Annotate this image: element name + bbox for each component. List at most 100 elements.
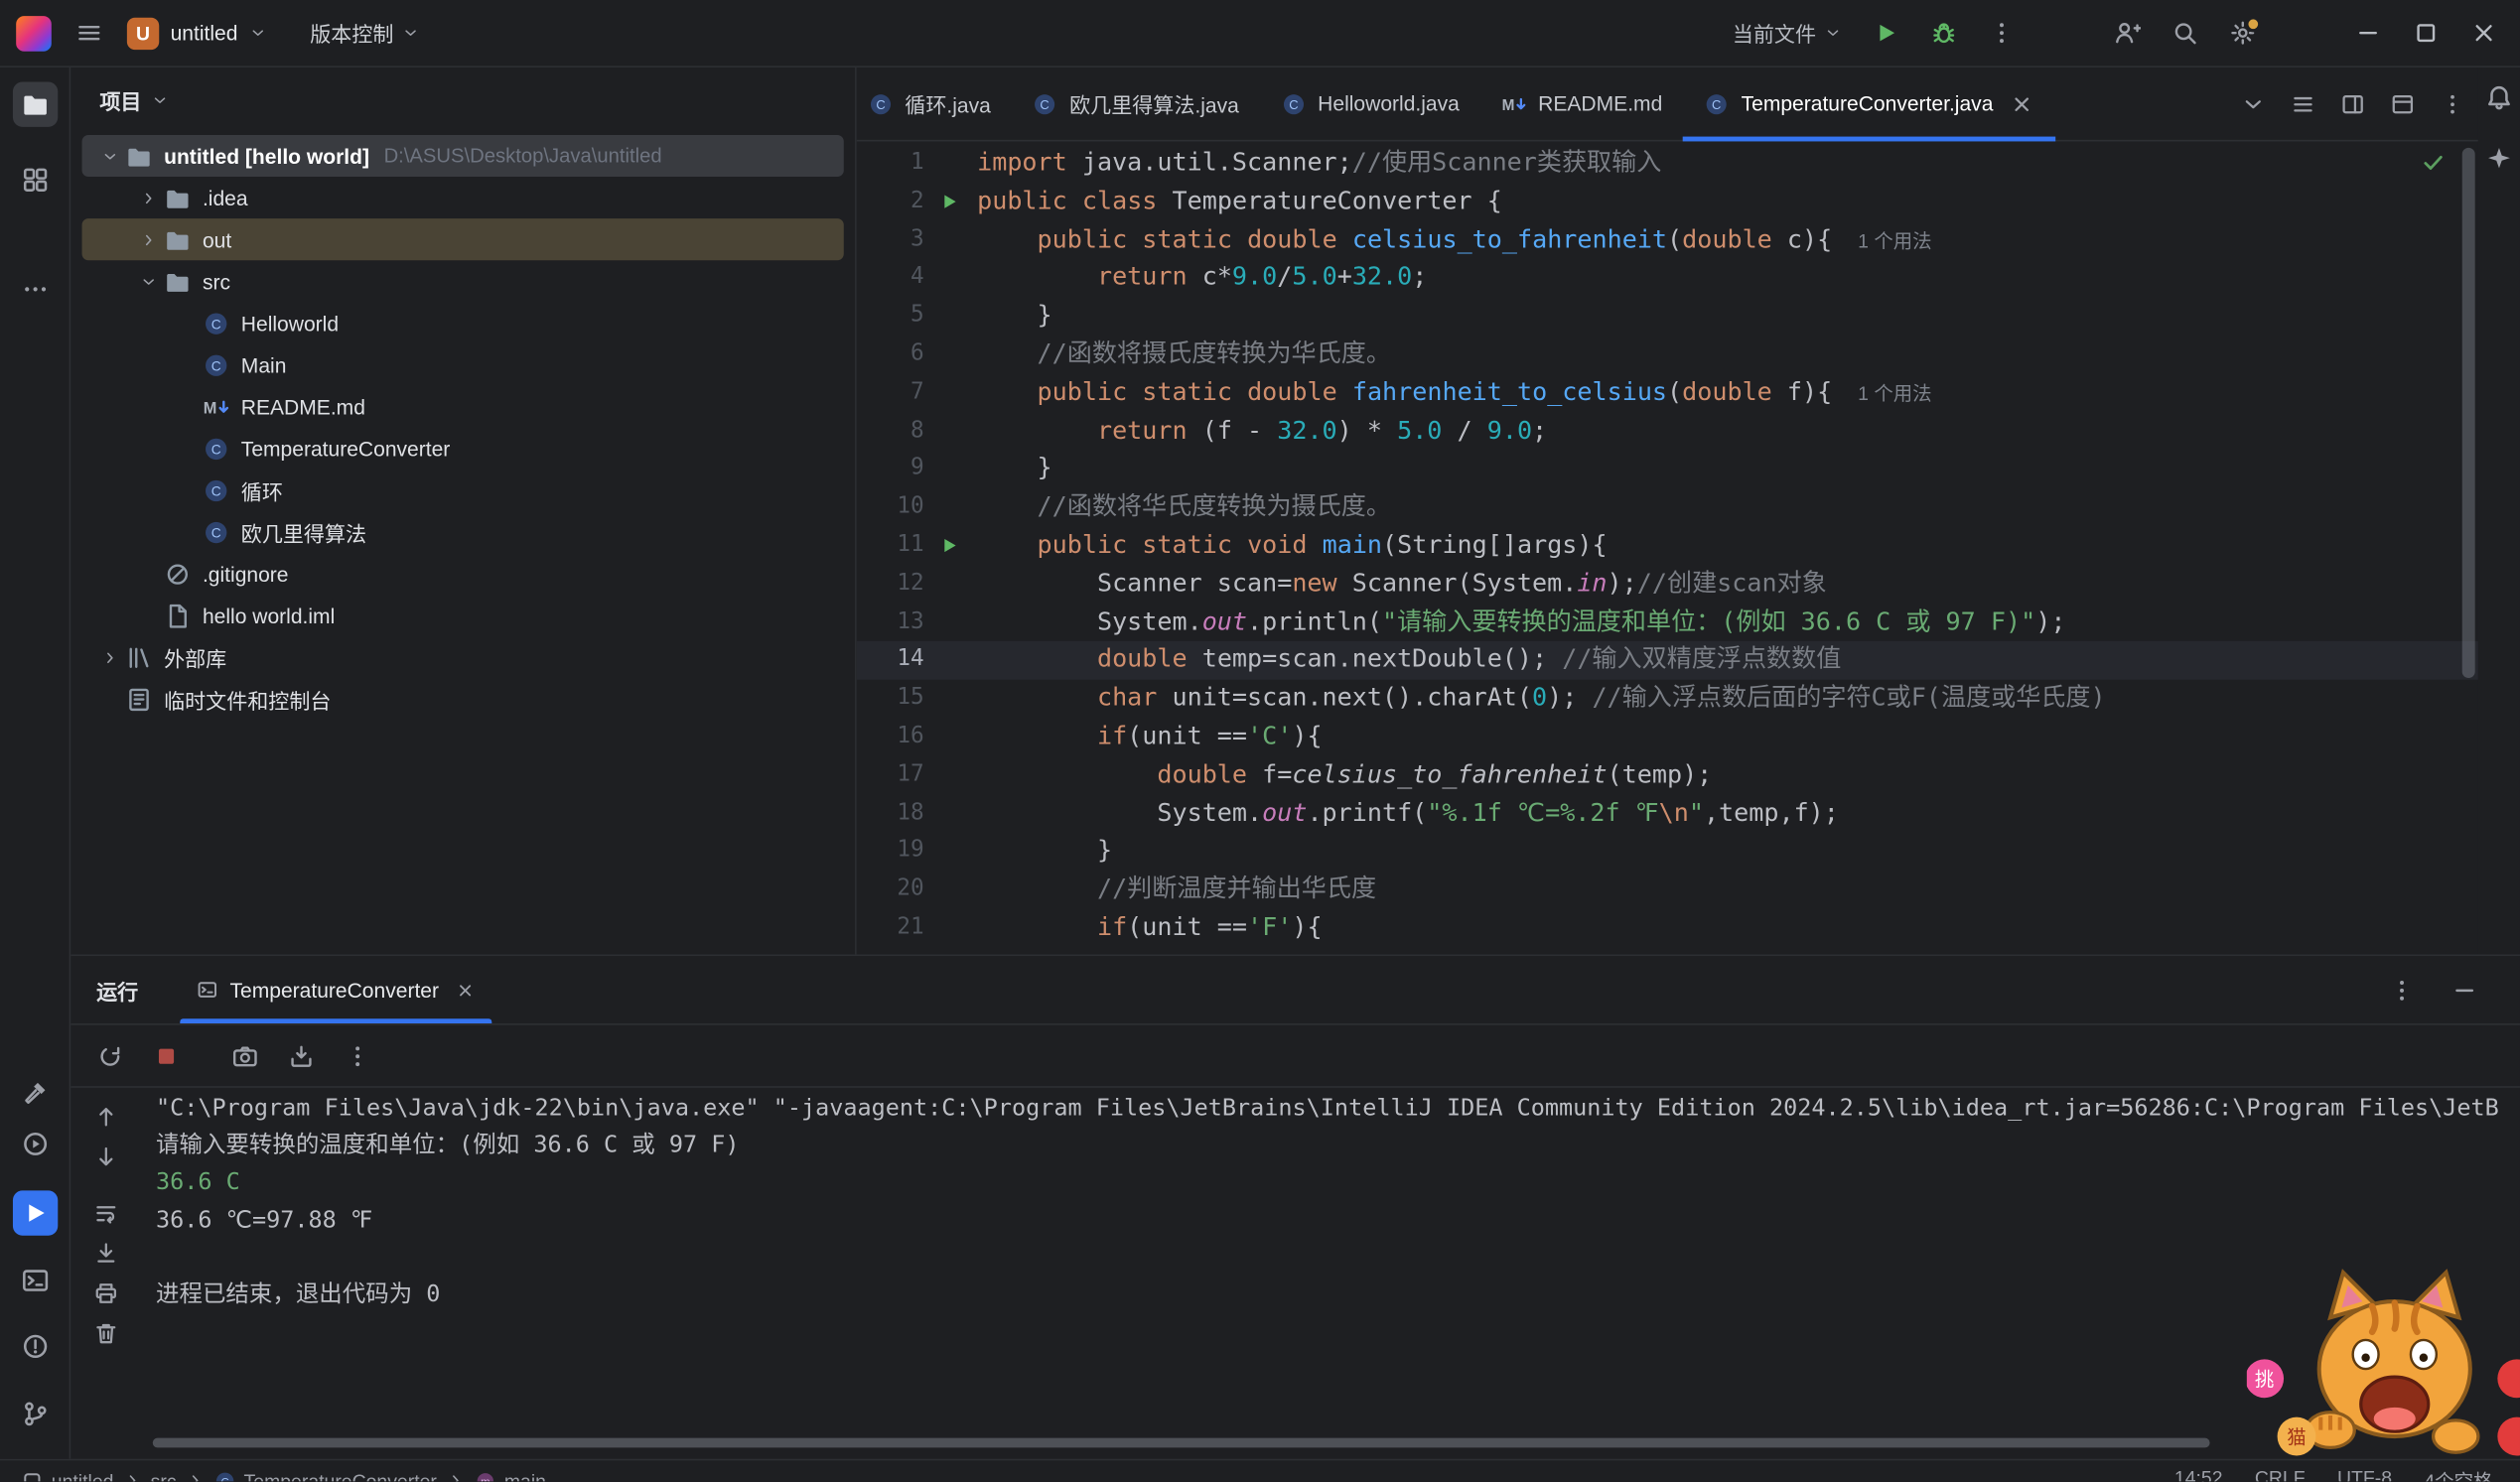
code-line[interactable]: 5 } [857,298,2478,337]
tree-item[interactable]: C循环 [82,470,844,511]
run-console[interactable]: "C:\Program Files\Java\jdk-22\bin\java.e… [156,1091,2514,1433]
soft-wrap-icon[interactable] [93,1200,119,1226]
editor-layout-icon[interactable] [2390,90,2416,116]
code-line[interactable]: 8 return (f - 32.0) * 5.0 / 9.0; [857,412,2478,451]
build-tool-button[interactable] [13,1070,58,1115]
editor-tab[interactable]: CTemperatureConverter.java [1683,67,2055,140]
editor-tab[interactable]: C循环.java [857,67,1012,140]
run-tab[interactable]: TemperatureConverter [180,956,491,1023]
console-scrollbar[interactable] [153,1438,2210,1448]
vcs-widget[interactable]: 版本控制 [310,18,419,49]
tree-item[interactable]: .idea [82,177,844,218]
editor-tab[interactable]: CHelloworld.java [1260,67,1480,140]
tree-item[interactable]: CTemperatureConverter [82,428,844,470]
editor-more-icon[interactable] [2440,90,2465,116]
screenshot-icon[interactable] [231,1042,259,1070]
services-tool-button[interactable] [13,1122,58,1166]
structure-tool-button[interactable] [13,158,58,202]
chevron-right-icon[interactable] [93,643,125,671]
editor-list-icon[interactable] [2291,90,2316,116]
editor-scrollbar[interactable] [2462,148,2475,678]
code-line[interactable]: 10 //函数将华氏度转换为摄氏度。 [857,488,2478,527]
code-line[interactable]: 21 if(unit =='F'){ [857,909,2478,948]
code-line[interactable]: 12 Scanner scan=new Scanner(System.in);/… [857,565,2478,604]
print-icon[interactable] [93,1280,119,1306]
ai-assistant-icon[interactable] [2484,145,2513,174]
split-editor-icon[interactable] [2340,90,2366,116]
tree-item[interactable]: CHelloworld [82,302,844,343]
more-actions-icon[interactable] [1988,19,2016,47]
project-tool-button[interactable] [13,82,58,127]
hidden-tabs-chevron-icon[interactable] [2240,90,2266,116]
code-line[interactable]: 9 } [857,451,2478,489]
code-line[interactable]: 11 public static void main(String[]args)… [857,527,2478,566]
tree-item[interactable]: out [82,218,844,260]
more-tool-windows-button[interactable] [13,267,58,312]
debug-button[interactable] [1930,19,1958,47]
window-maximize-button[interactable] [2413,19,2441,47]
code-editor[interactable]: 1import java.util.Scanner;//使用Scanner类获取… [857,141,2478,954]
terminal-tool-button[interactable] [13,1258,58,1302]
arrow-down-icon[interactable] [93,1144,119,1169]
window-minimize-button[interactable] [2354,19,2382,47]
code-line[interactable]: 18 System.out.printf("%.1f ℃=%.2f ℉\n",t… [857,794,2478,833]
run-more-icon[interactable] [2388,976,2416,1004]
run-button[interactable] [1873,19,1900,47]
code-line[interactable]: 16 if(unit =='C'){ [857,718,2478,756]
tree-item[interactable]: .gitignore [82,553,844,595]
code-line[interactable]: 4 return c*9.0/5.0+32.0; [857,259,2478,298]
project-panel-header[interactable]: 项目 [70,67,855,132]
code-line[interactable]: 20 //判断温度并输出华氏度 [857,872,2478,910]
toolbar-more-icon[interactable] [344,1042,371,1070]
scroll-to-end-icon[interactable] [93,1241,119,1267]
rerun-icon[interactable] [96,1042,124,1070]
chevron-down-icon[interactable] [132,268,164,296]
run-gutter-icon[interactable] [924,527,977,566]
tree-item[interactable]: 外部库 [82,636,844,678]
breadcrumb-item[interactable]: CTemperatureConverter [213,1469,437,1481]
settings-gear-icon[interactable] [2229,19,2257,47]
tab-close-icon[interactable] [2010,90,2035,116]
tree-item[interactable]: C欧几里得算法 [82,511,844,553]
tree-item[interactable]: src [82,260,844,302]
code-line[interactable]: 15 char unit=scan.next().charAt(0); //输入… [857,680,2478,719]
clear-console-icon[interactable] [93,1321,119,1347]
code-line[interactable]: 13 System.out.println("请输入要转换的温度和单位：(例如 … [857,604,2478,642]
breadcrumb-item[interactable]: src [151,1469,177,1481]
stop-icon[interactable] [153,1042,181,1070]
window-close-button[interactable] [2470,19,2498,47]
problems-tool-button[interactable] [13,1324,58,1369]
breadcrumb-item[interactable]: mmain [474,1469,546,1481]
code-line[interactable]: 3 public static double celsius_to_fahren… [857,221,2478,260]
hide-panel-icon[interactable] [2450,976,2478,1004]
breadcrumb-item[interactable]: untitled [21,1469,113,1481]
tab-close-icon[interactable] [455,980,476,1001]
main-menu-icon[interactable] [75,19,103,47]
inspections-check-icon[interactable] [2421,150,2447,176]
chevron-down-icon[interactable] [93,142,125,170]
tree-item[interactable]: hello world.iml [82,595,844,636]
add-user-icon[interactable] [2113,19,2141,47]
code-line[interactable]: 1import java.util.Scanner;//使用Scanner类获取… [857,145,2478,184]
notifications-bell-icon[interactable] [2484,83,2513,112]
import-output-icon[interactable] [288,1042,316,1070]
project-widget[interactable]: U untitled [127,17,267,49]
version-control-tool-button[interactable] [13,1392,58,1436]
code-line[interactable]: 14 double temp=scan.nextDouble(); //输入双精… [857,641,2478,680]
code-line[interactable]: 2public class TemperatureConverter { [857,183,2478,221]
tree-item[interactable]: untitled [hello world]D:\ASUS\Desktop\Ja… [82,135,844,177]
chevron-right-icon[interactable] [132,225,164,253]
tree-item[interactable]: CMain [82,343,844,385]
code-line[interactable]: 19 } [857,833,2478,872]
tree-item[interactable]: 临时文件和控制台 [82,678,844,720]
editor-tab[interactable]: MREADME.md [1480,67,1683,140]
search-icon[interactable] [2171,19,2199,47]
run-config-widget[interactable]: 当前文件 [1733,18,1842,49]
run-gutter-icon[interactable] [924,183,977,221]
status-widget[interactable]: 14:52 [2174,1467,2223,1482]
code-line[interactable]: 7 public static double fahrenheit_to_cel… [857,374,2478,413]
chevron-right-icon[interactable] [132,184,164,211]
editor-tab[interactable]: C欧几里得算法.java [1012,67,1260,140]
run-tool-button[interactable] [13,1190,58,1235]
arrow-up-icon[interactable] [93,1104,119,1130]
